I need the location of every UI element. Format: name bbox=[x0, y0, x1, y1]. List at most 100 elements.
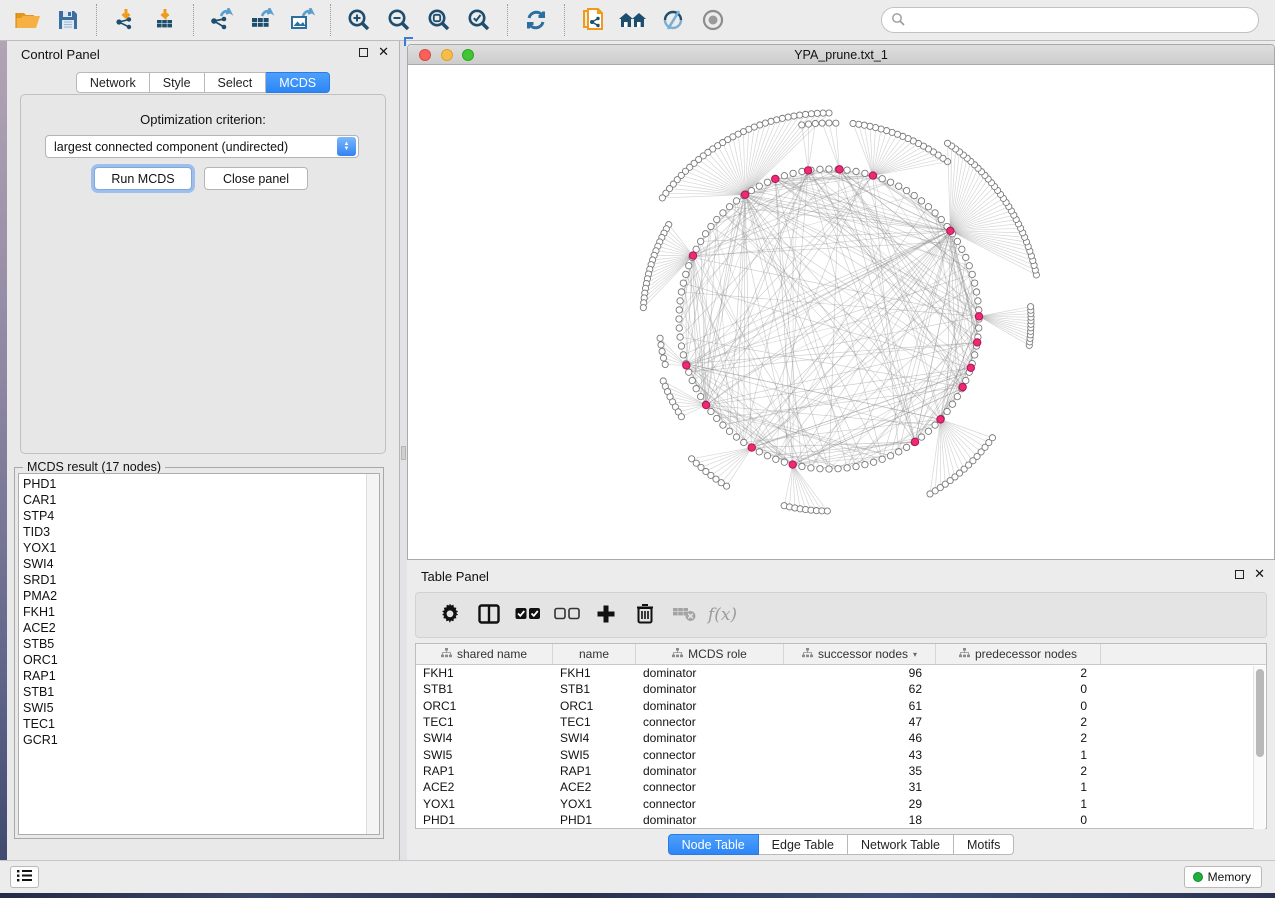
add-column-button[interactable] bbox=[586, 597, 625, 633]
tab-network[interactable]: Network bbox=[76, 72, 150, 93]
delete-column-button[interactable] bbox=[625, 597, 664, 633]
sitemap-icon bbox=[959, 647, 970, 661]
export-image-icon bbox=[289, 8, 315, 32]
mcds-result-list[interactable]: PHD1CAR1STP4TID3YOX1SWI4SRD1PMA2FKH1ACE2… bbox=[18, 473, 380, 835]
column-header-predecessor-nodes[interactable]: predecessor nodes bbox=[936, 644, 1101, 664]
list-item[interactable]: PMA2 bbox=[19, 588, 379, 604]
zoom-in-button[interactable] bbox=[339, 4, 379, 36]
list-item[interactable]: CAR1 bbox=[19, 492, 379, 508]
table-row[interactable]: FKH1FKH1dominator962 bbox=[416, 665, 1266, 681]
column-header-successor-nodes[interactable]: successor nodes▾ bbox=[784, 644, 936, 664]
network-canvas[interactable] bbox=[408, 65, 1274, 559]
list-item[interactable]: ORC1 bbox=[19, 652, 379, 668]
import-network-button[interactable] bbox=[105, 4, 145, 36]
splitter-handle[interactable] bbox=[401, 446, 406, 460]
close-panel-button[interactable]: Close panel bbox=[204, 167, 308, 190]
list-item[interactable]: FKH1 bbox=[19, 604, 379, 620]
column-header-MCDS-role[interactable]: MCDS role bbox=[636, 644, 784, 664]
close-table-panel-icon[interactable]: ✕ bbox=[1254, 569, 1265, 579]
table-row[interactable]: ACE2ACE2connector311 bbox=[416, 779, 1266, 795]
export-image-button[interactable] bbox=[282, 4, 322, 36]
float-panel-icon[interactable] bbox=[359, 48, 368, 57]
tab-mcds[interactable]: MCDS bbox=[266, 72, 330, 93]
task-history-button[interactable] bbox=[10, 866, 39, 888]
hide-selected-button[interactable] bbox=[653, 4, 693, 36]
table-cell: SWI5 bbox=[553, 748, 636, 762]
zoom-fit-button[interactable] bbox=[419, 4, 459, 36]
tab-edge-table[interactable]: Edge Table bbox=[759, 834, 848, 855]
criterion-dropdown[interactable]: largest connected component (undirected)… bbox=[45, 135, 359, 158]
tab-motifs[interactable]: Motifs bbox=[954, 834, 1014, 855]
table-cell: FKH1 bbox=[553, 666, 636, 680]
tab-node-table[interactable]: Node Table bbox=[668, 834, 759, 855]
list-item[interactable]: PHD1 bbox=[19, 476, 379, 492]
tab-style[interactable]: Style bbox=[150, 72, 205, 93]
mcds-hub-node bbox=[836, 166, 843, 173]
show-all-button[interactable] bbox=[613, 4, 653, 36]
close-panel-icon[interactable]: ✕ bbox=[378, 47, 389, 57]
open-file-button[interactable] bbox=[8, 4, 48, 36]
table-cell: FKH1 bbox=[416, 666, 553, 680]
tab-network-table[interactable]: Network Table bbox=[848, 834, 954, 855]
list-item[interactable]: TEC1 bbox=[19, 716, 379, 732]
list-item[interactable]: TID3 bbox=[19, 524, 379, 540]
panel-splitter[interactable] bbox=[400, 41, 407, 860]
list-item[interactable]: ACE2 bbox=[19, 620, 379, 636]
column-header-shared-name[interactable]: shared name bbox=[416, 644, 553, 664]
delete-table-button[interactable] bbox=[664, 597, 703, 633]
mcds-hub-node bbox=[937, 416, 944, 423]
save-button[interactable] bbox=[48, 4, 88, 36]
zoom-out-button[interactable] bbox=[379, 4, 419, 36]
table-row[interactable]: PHD1PHD1dominator180 bbox=[416, 812, 1266, 828]
network-window-titlebar[interactable]: YPA_prune.txt_1 bbox=[408, 45, 1274, 65]
column-header-name[interactable]: name bbox=[553, 644, 636, 664]
search-box[interactable] bbox=[881, 7, 1259, 33]
table-scrollbar-thumb[interactable] bbox=[1256, 669, 1264, 757]
table-scrollbar[interactable] bbox=[1253, 666, 1265, 829]
export-table-button[interactable] bbox=[242, 4, 282, 36]
clone-network-button[interactable] bbox=[573, 4, 613, 36]
node-table[interactable]: shared namenameMCDS rolesuccessor nodes▾… bbox=[415, 643, 1267, 829]
table-row[interactable]: SWI4SWI4dominator462 bbox=[416, 730, 1266, 746]
memory-button[interactable]: Memory bbox=[1184, 866, 1262, 888]
column-chooser-button[interactable] bbox=[469, 597, 508, 633]
list-item[interactable]: YOX1 bbox=[19, 540, 379, 556]
table-row[interactable]: STB1STB1dominator620 bbox=[416, 681, 1266, 697]
zoom-selected-button[interactable] bbox=[459, 4, 499, 36]
show-all-icon bbox=[618, 9, 648, 31]
table-row[interactable]: SWI5SWI5connector431 bbox=[416, 746, 1266, 762]
deselect-all-button[interactable] bbox=[547, 597, 586, 633]
refresh-button[interactable] bbox=[516, 4, 556, 36]
table-row[interactable]: RAP1RAP1dominator352 bbox=[416, 763, 1266, 779]
show-selected-button[interactable] bbox=[693, 4, 733, 36]
search-input[interactable] bbox=[905, 10, 1258, 30]
import-table-button[interactable] bbox=[145, 4, 185, 36]
mcds-list-scrollbar[interactable] bbox=[366, 474, 379, 834]
export-network-button[interactable] bbox=[202, 4, 242, 36]
columns-icon bbox=[478, 604, 500, 627]
table-cell: 43 bbox=[784, 748, 936, 762]
list-item[interactable]: GCR1 bbox=[19, 732, 379, 748]
list-item[interactable]: RAP1 bbox=[19, 668, 379, 684]
select-all-button[interactable] bbox=[508, 597, 547, 633]
table-settings-button[interactable] bbox=[430, 597, 469, 633]
list-item[interactable]: STB1 bbox=[19, 684, 379, 700]
list-item[interactable]: SWI5 bbox=[19, 700, 379, 716]
table-cell: STB1 bbox=[553, 682, 636, 696]
function-builder-button[interactable]: f(x) bbox=[703, 597, 742, 633]
table-cell: RAP1 bbox=[553, 764, 636, 778]
table-cell: dominator bbox=[636, 813, 784, 827]
table-row[interactable]: ORC1ORC1dominator610 bbox=[416, 698, 1266, 714]
run-mcds-button[interactable]: Run MCDS bbox=[94, 167, 192, 190]
table-row[interactable]: YOX1YOX1connector291 bbox=[416, 795, 1266, 811]
list-item[interactable]: SWI4 bbox=[19, 556, 379, 572]
list-item[interactable]: STB5 bbox=[19, 636, 379, 652]
float-table-panel-icon[interactable] bbox=[1235, 570, 1244, 579]
mcds-hub-node bbox=[911, 438, 918, 445]
list-item[interactable]: SRD1 bbox=[19, 572, 379, 588]
tab-select[interactable]: Select bbox=[205, 72, 267, 93]
table-cell: SWI4 bbox=[553, 731, 636, 745]
list-item[interactable]: STP4 bbox=[19, 508, 379, 524]
zoom-selected-icon bbox=[467, 8, 491, 32]
table-row[interactable]: TEC1TEC1connector472 bbox=[416, 714, 1266, 730]
